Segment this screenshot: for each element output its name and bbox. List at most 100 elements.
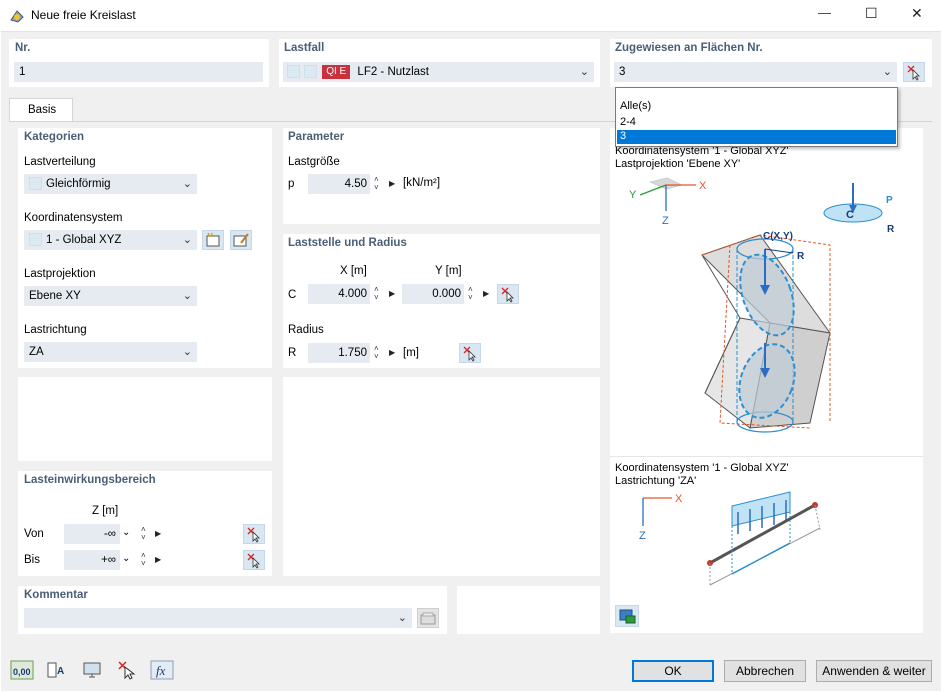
caret-right-icon[interactable]: ▶ (483, 289, 489, 298)
color-swatch-icon (29, 233, 42, 247)
laststelle-title: Laststelle und Radius (288, 237, 407, 249)
preview-options-button[interactable] (615, 605, 639, 627)
svg-text:X: X (675, 493, 683, 505)
svg-text:A: A (57, 666, 64, 677)
minimize-button[interactable]: — (818, 5, 831, 20)
pick-point-button[interactable] (497, 284, 519, 304)
edit-coordsys-icon (233, 233, 249, 247)
caret-right-icon[interactable]: ▶ (155, 555, 161, 564)
nr-label: Nr. (15, 42, 31, 54)
divider (610, 456, 923, 457)
close-button[interactable]: ✕ (911, 5, 923, 22)
dropdown-option-selected[interactable]: 3 (617, 130, 896, 144)
chevron-down-icon[interactable]: ⌄ (883, 62, 892, 82)
c-x-input[interactable]: 4.000 (308, 284, 370, 304)
spin-up-down-icon[interactable]: ˄ ˅ (374, 345, 379, 361)
nr-panel: Nr. 1 (9, 39, 269, 87)
spin-up-down-icon[interactable]: ˄ ˅ (141, 552, 146, 568)
lastfall-select[interactable]: QI E LF2 - Nutzlast ⌄ (283, 62, 594, 82)
load-direction-diagram: X Z (639, 491, 821, 587)
pick-bis-button[interactable] (243, 550, 265, 570)
laststelle-panel: Laststelle und Radius X [m] Y [m] C 4.00… (283, 234, 600, 368)
kommentar-library-button[interactable] (417, 608, 439, 628)
ok-button[interactable]: OK (632, 660, 714, 682)
loadcase-category-badge: QI E (322, 64, 351, 79)
pick-element-button[interactable] (115, 659, 139, 681)
svg-text:Z: Z (662, 215, 669, 227)
caret-right-icon[interactable]: ▶ (389, 289, 395, 298)
caret-right-icon[interactable]: ▶ (389, 348, 395, 357)
number-format-button[interactable]: 0,00 (10, 659, 34, 681)
empty-panel (283, 377, 600, 576)
p-unit: [kN/m²] (403, 177, 441, 189)
spin-up-down-icon[interactable]: ˄ ˅ (141, 526, 146, 542)
pick-von-button[interactable] (243, 524, 265, 544)
spin-up-down-icon[interactable]: ˄ ˅ (374, 176, 379, 192)
maximize-button[interactable]: ☐ (865, 5, 878, 22)
von-label: Von (24, 528, 44, 540)
chevron-down-icon[interactable]: ⌄ (580, 62, 589, 82)
svg-text:R: R (797, 251, 805, 262)
radius-label: Radius (288, 324, 324, 336)
von-input[interactable]: -∞ (64, 524, 120, 544)
kategorien-panel: Kategorien Lastverteilung Gleichförmig ⌄… (18, 128, 272, 368)
svg-text:P: P (886, 195, 893, 206)
caret-right-icon[interactable]: ▶ (389, 179, 395, 188)
nr-input[interactable]: 1 (14, 62, 263, 82)
c-symbol: C (288, 289, 297, 301)
c-y-input[interactable]: 0.000 (402, 284, 464, 304)
bis-input[interactable]: +∞ (64, 550, 120, 570)
lastverteilung-select[interactable]: Gleichförmig ⌄ (24, 174, 197, 194)
formula-button[interactable]: fx (150, 659, 174, 681)
koordsys-label: Koordinatensystem (24, 212, 123, 224)
tab-basis[interactable]: Basis (9, 98, 73, 122)
zugewiesen-input[interactable]: 3 ⌄ (614, 62, 897, 82)
chevron-down-icon[interactable]: ⌄ (122, 527, 130, 538)
koordsys-select[interactable]: 1 - Global XYZ ⌄ (24, 230, 197, 250)
color-swatch-icon (287, 65, 300, 79)
pick-surface-button[interactable] (903, 62, 925, 82)
dropdown-option[interactable]: Alle(s) (620, 100, 651, 112)
dropdown-option[interactable]: 2-4 (620, 116, 636, 128)
kommentar-input[interactable]: ⌄ (24, 608, 412, 628)
display-settings-icon (619, 609, 636, 624)
koordsys-value: 1 - Global XYZ (46, 234, 122, 246)
svg-text:Z: Z (639, 530, 646, 542)
chevron-down-icon[interactable]: ⌄ (398, 608, 407, 628)
units-button[interactable]: A (45, 659, 69, 681)
preview-caption-4: Lastrichtung 'ZA' (615, 475, 697, 487)
svg-text:C(X,Y): C(X,Y) (763, 231, 793, 242)
formula-icon: fx (150, 660, 174, 680)
pick-cursor-icon (118, 661, 136, 680)
p-value-input[interactable]: 4.50 (308, 174, 370, 194)
new-coordsys-button[interactable] (202, 230, 224, 250)
edit-coordsys-button[interactable] (230, 230, 252, 250)
spin-up-down-icon[interactable]: ˄ ˅ (468, 286, 473, 302)
kategorien-title: Kategorien (24, 131, 85, 143)
color-swatch-icon (29, 177, 42, 191)
view-button[interactable] (80, 659, 104, 681)
lastprojektion-select[interactable]: Ebene XY ⌄ (24, 286, 197, 306)
lastrichtung-select[interactable]: ZA ⌄ (24, 342, 197, 362)
lasteinwirkung-title: Lasteinwirkungsbereich (24, 474, 156, 486)
pick-cursor-icon (247, 553, 260, 569)
chevron-down-icon[interactable]: ⌄ (122, 553, 130, 564)
caret-right-icon[interactable]: ▶ (155, 529, 161, 538)
pick-radius-button[interactable] (459, 343, 481, 363)
svg-text:X: X (699, 180, 707, 192)
kommentar-panel: Kommentar ⌄ (18, 586, 447, 634)
empty-panel (18, 377, 272, 461)
cancel-button[interactable]: Abbrechen (724, 660, 806, 682)
pick-cursor-icon (907, 65, 920, 81)
r-value-input[interactable]: 1.750 (308, 343, 370, 363)
zugewiesen-dropdown-list: Alle(s) 2-4 3 (615, 87, 898, 147)
load-symbol-icon: C P R (823, 183, 895, 235)
chevron-down-icon: ⌄ (182, 346, 192, 358)
preview-caption-2: Lastprojektion 'Ebene XY' (615, 158, 741, 170)
zugewiesen-value: 3 (619, 66, 626, 78)
pick-cursor-icon (247, 527, 260, 543)
lastverteilung-label: Lastverteilung (24, 156, 96, 168)
spin-up-down-icon[interactable]: ˄ ˅ (374, 286, 379, 302)
apply-continue-button[interactable]: Anwenden & weiter (816, 660, 932, 682)
lastgroesse-label: Lastgröße (288, 156, 340, 168)
